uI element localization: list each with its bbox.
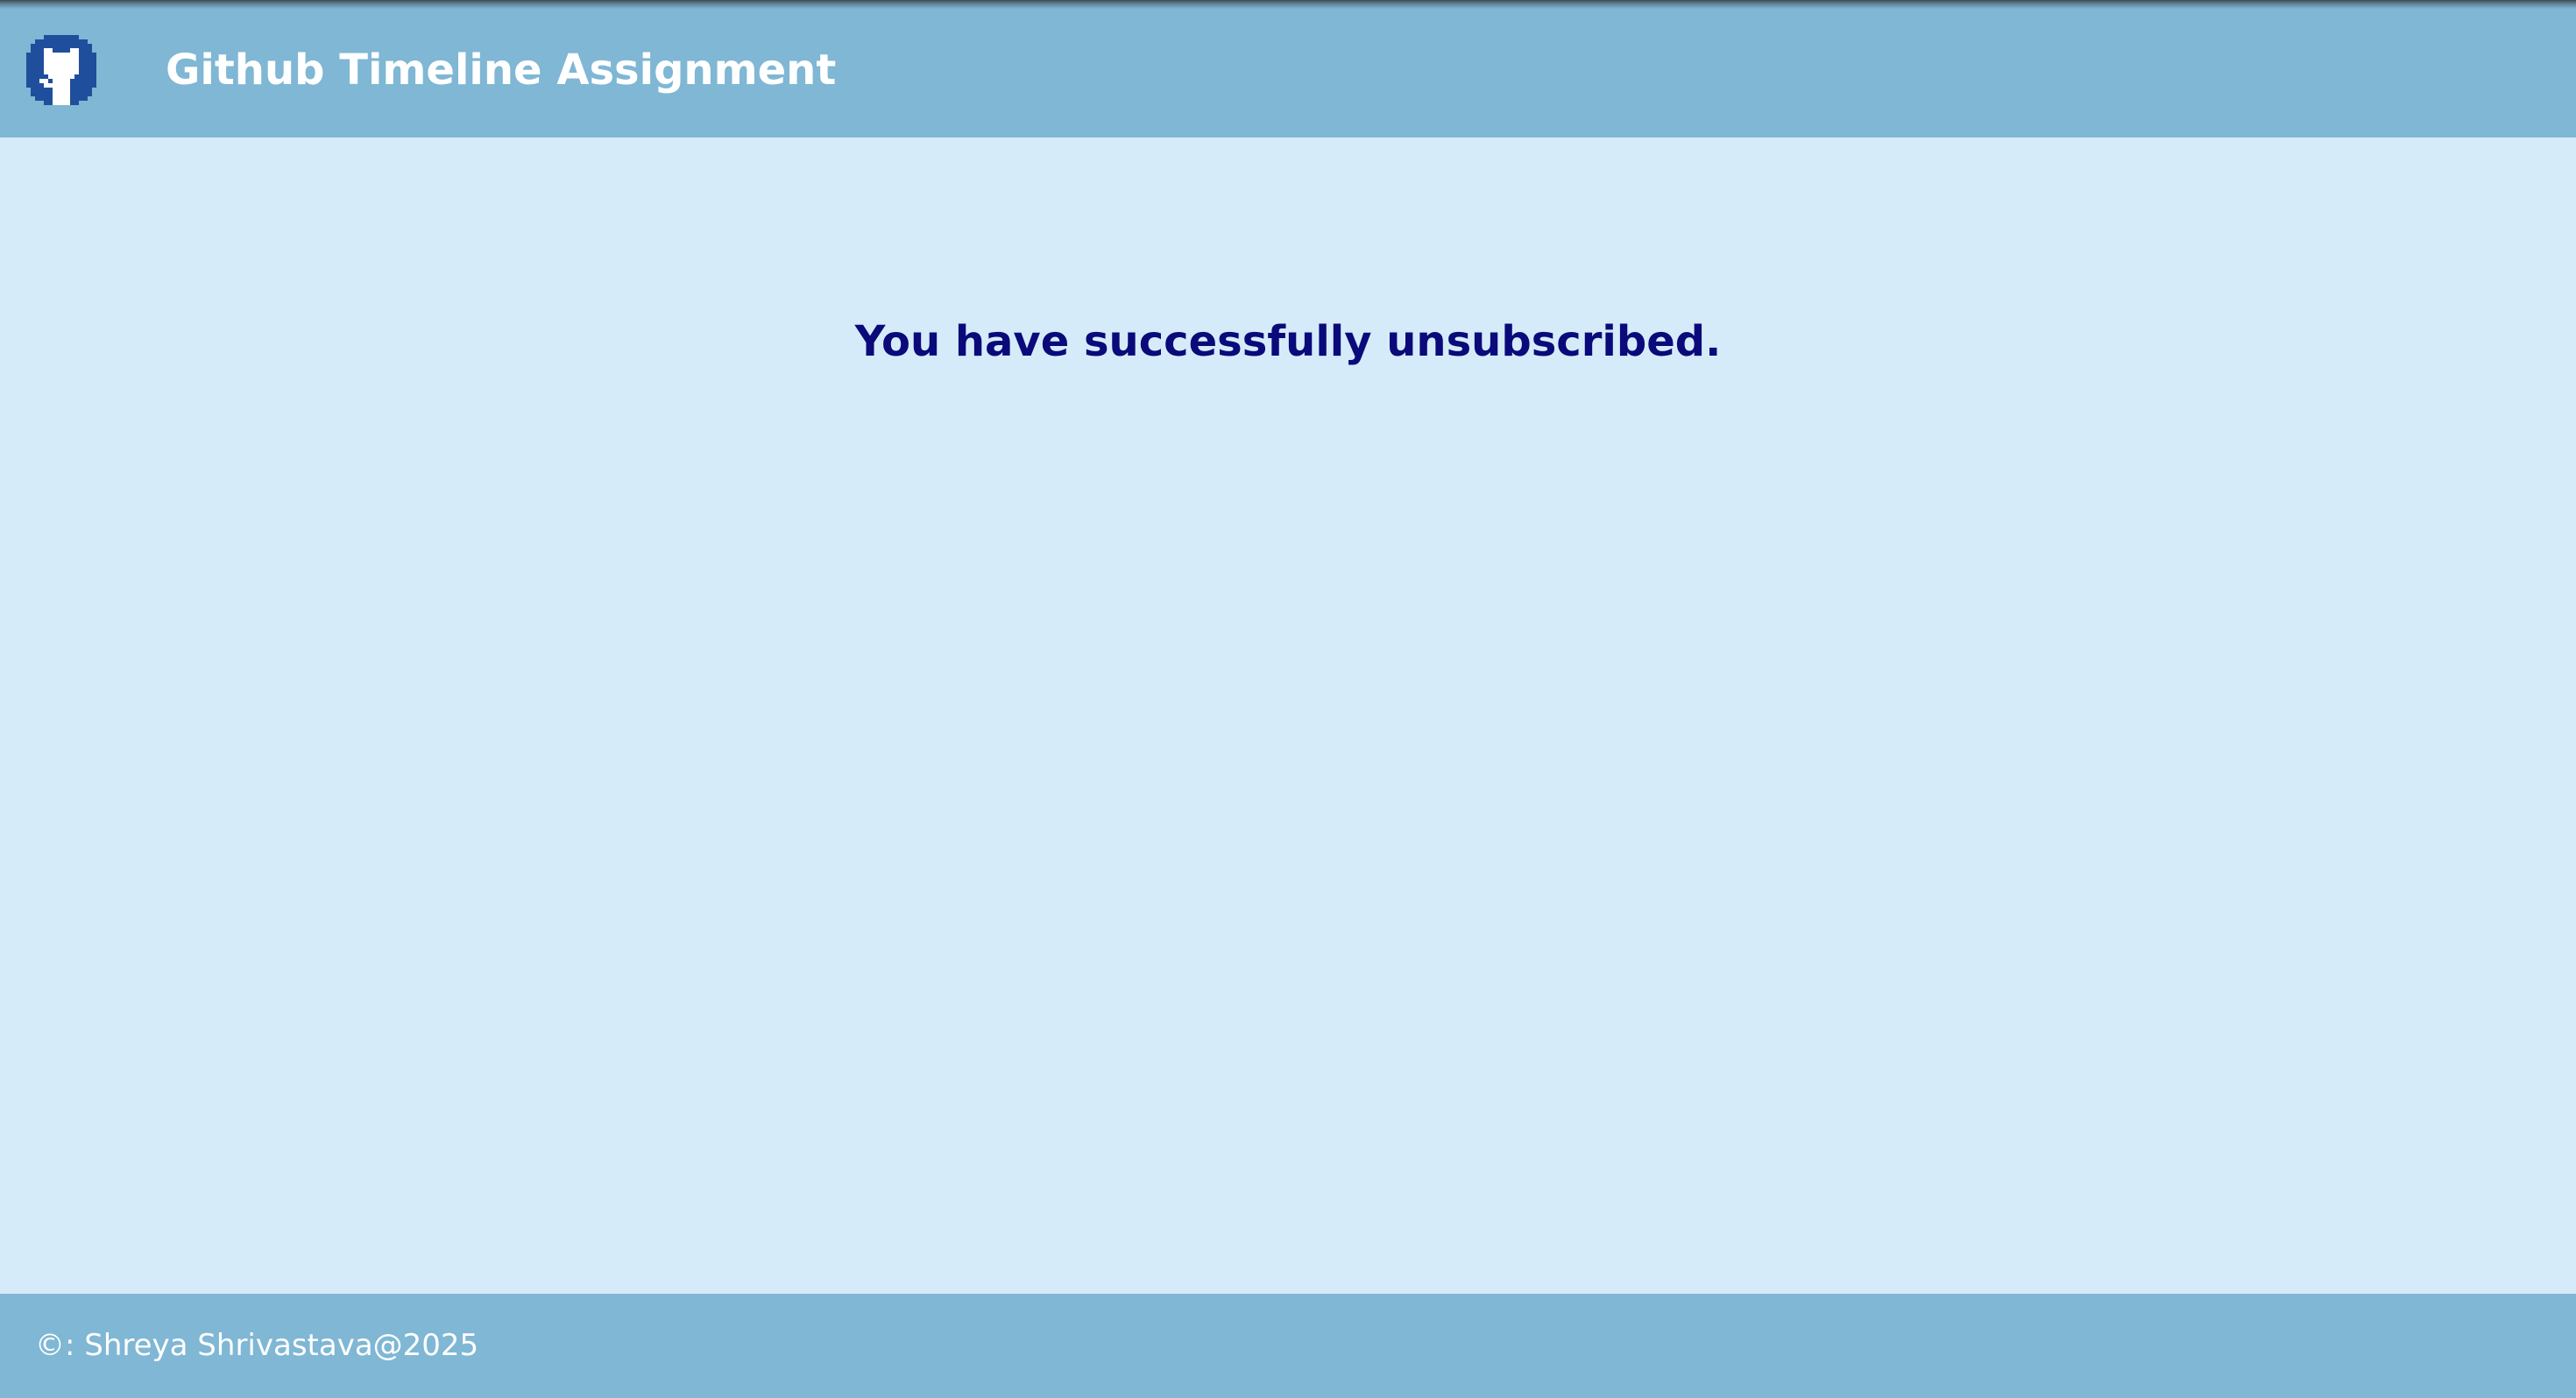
site-footer: ©: Shreya Shrivastava@2025 (0, 1294, 2576, 1398)
header-top-shadow (0, 0, 2576, 9)
site-header: Github Timeline Assignment (0, 0, 2576, 138)
app-title: Github Timeline Assignment (166, 46, 837, 95)
main-content: You have successfully unsubscribed. (0, 138, 2576, 1294)
copyright-text: ©: Shreya Shrivastava@2025 (35, 1328, 479, 1363)
unsubscribe-confirmation-message: You have successfully unsubscribed. (854, 317, 1722, 366)
github-octocat-icon (26, 35, 96, 105)
